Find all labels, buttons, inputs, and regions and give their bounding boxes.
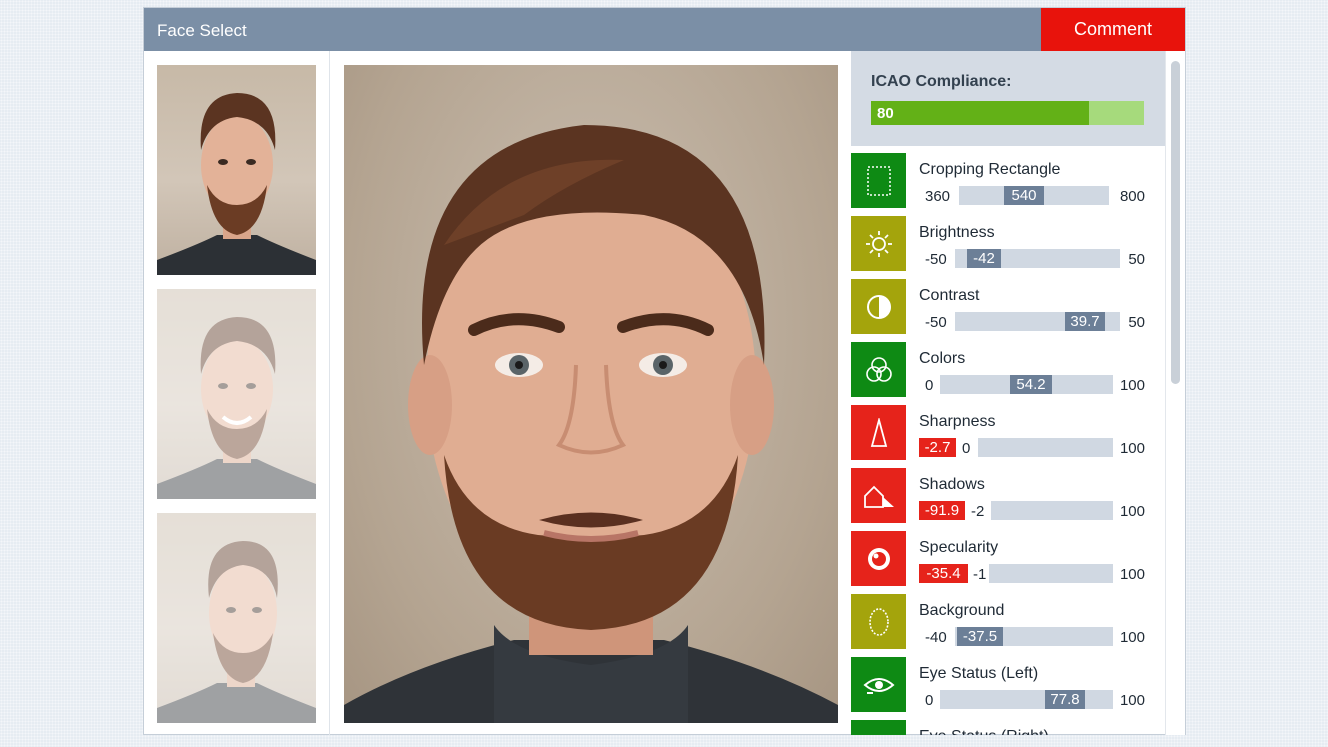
range-value-marker: 54.2 xyxy=(1010,375,1052,394)
thumbnail-1[interactable] xyxy=(157,65,316,275)
icao-progress-fill xyxy=(871,101,1090,125)
range-min: -40 xyxy=(925,629,947,646)
icao-progress-bar: 80 xyxy=(871,101,1144,125)
parameter-name: Eye Status (Right) xyxy=(919,728,1049,735)
sharpness-icon xyxy=(851,405,906,460)
range-max: 100 xyxy=(1119,692,1145,709)
thumbnail-column xyxy=(144,51,330,735)
parameter-row: Eye Status (Right) xyxy=(851,720,1165,735)
eye-right-icon xyxy=(851,720,906,735)
sun-icon xyxy=(851,216,906,271)
contrast-icon xyxy=(851,279,906,334)
failure-badge: -35.4 xyxy=(919,564,968,583)
range-value-marker: 77.8 xyxy=(1045,690,1085,709)
range-min: 0 xyxy=(925,692,934,709)
face-portrait-3 xyxy=(157,541,316,723)
range-slider: 54.2 xyxy=(940,375,1113,394)
comment-button[interactable]: Comment xyxy=(1041,8,1185,51)
color-circles-icon xyxy=(851,342,906,397)
face-portrait-main xyxy=(344,125,838,723)
parameter-row: Sharpness -2.7 0 100 xyxy=(851,405,1165,468)
range-min: 0 xyxy=(962,440,971,457)
failure-badge: -91.9 xyxy=(919,501,965,520)
parameter-row: Background -40 100 -37.5 xyxy=(851,594,1165,657)
range-value-marker: 39.7 xyxy=(1065,312,1105,331)
range-slider xyxy=(991,501,1113,520)
parameter-row: Brightness -50 50 -42 xyxy=(851,216,1165,279)
main-face-image xyxy=(344,65,838,723)
parameter-name: Eye Status (Left) xyxy=(919,665,1039,682)
range-slider: 77.8 xyxy=(940,690,1113,709)
shadow-icon xyxy=(851,468,906,523)
parameter-name: Specularity xyxy=(919,539,999,556)
range-min: -2 xyxy=(971,503,985,520)
parameter-name: Shadows xyxy=(919,476,985,493)
parameter-name: Sharpness xyxy=(919,413,996,430)
parameter-row: Specularity -35.4 -1 100 xyxy=(851,531,1165,594)
parameter-row: Shadows -91.9 -2 100 xyxy=(851,468,1165,531)
range-min: -1 xyxy=(973,566,987,583)
range-slider: -37.5 xyxy=(955,627,1113,646)
range-max: 800 xyxy=(1119,188,1145,205)
range-slider: 540 xyxy=(959,186,1109,205)
range-value-marker: 540 xyxy=(1004,186,1044,205)
range-min: 360 xyxy=(925,188,951,205)
icao-label: ICAO Compliance: xyxy=(871,73,1012,90)
range-slider: -42 xyxy=(955,249,1120,268)
parameter-row: Colors 0 100 54.2 xyxy=(851,342,1165,405)
failure-badge: -2.7 xyxy=(919,438,956,457)
background-icon xyxy=(851,594,906,649)
icao-value: 80 xyxy=(877,105,894,122)
parameter-name: Contrast xyxy=(919,287,980,304)
parameter-row: Contrast -50 50 39.7 xyxy=(851,279,1165,342)
range-value-marker: -37.5 xyxy=(957,627,1003,646)
range-max: 100 xyxy=(1119,440,1145,457)
range-slider xyxy=(978,438,1113,457)
range-max: 50 xyxy=(1128,251,1145,268)
parameter-name: Cropping Rectangle xyxy=(919,161,1061,178)
range-max: 100 xyxy=(1119,566,1145,583)
face-portrait-2 xyxy=(157,317,316,499)
icao-compliance: ICAO Compliance: 80 xyxy=(851,51,1165,146)
range-max: 100 xyxy=(1119,503,1145,520)
panel-scrollbar[interactable] xyxy=(1165,51,1185,735)
parameter-row: Cropping Rectangle 360 800 540 xyxy=(851,153,1165,216)
thumbnail-2[interactable] xyxy=(157,289,316,499)
title-bar: Face Select Comment xyxy=(144,8,1185,51)
scrollbar-thumb[interactable] xyxy=(1171,61,1180,384)
range-min: -50 xyxy=(925,314,947,331)
face-portrait-1 xyxy=(157,93,316,275)
thumbnail-3[interactable] xyxy=(157,513,316,723)
window-title: Face Select xyxy=(157,21,247,40)
range-slider xyxy=(989,564,1113,583)
range-max: 50 xyxy=(1128,314,1145,331)
crop-icon xyxy=(851,153,906,208)
parameter-name: Background xyxy=(919,602,1005,619)
range-min: 0 xyxy=(925,377,934,394)
eye-left-icon xyxy=(851,657,906,712)
range-value-marker: -42 xyxy=(967,249,1001,268)
specular-icon xyxy=(851,531,906,586)
parameter-row: Eye Status (Left) 0 100 77.8 xyxy=(851,657,1165,720)
range-max: 100 xyxy=(1119,377,1145,394)
range-min: -50 xyxy=(925,251,947,268)
analysis-panel: ICAO Compliance: 80 Cropping Rectangle 36… xyxy=(851,51,1165,735)
range-max: 100 xyxy=(1119,629,1145,646)
range-slider: 39.7 xyxy=(955,312,1120,331)
parameter-name: Brightness xyxy=(919,224,995,241)
parameter-name: Colors xyxy=(919,350,966,367)
face-select-window: Face Select Comment ICAO Compliance: 80 … xyxy=(143,7,1186,735)
